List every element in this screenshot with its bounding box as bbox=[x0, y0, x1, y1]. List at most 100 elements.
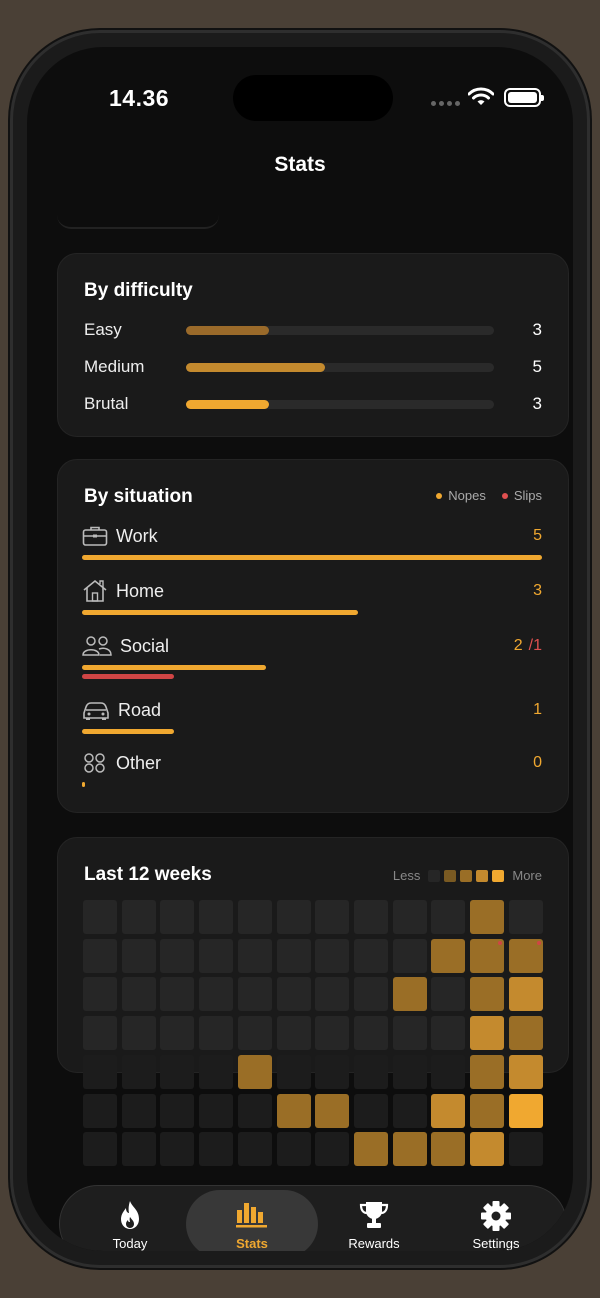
situation-row-home: Home 3 bbox=[82, 578, 542, 615]
difficulty-track bbox=[186, 362, 494, 372]
slips-dot-icon bbox=[501, 492, 508, 499]
status-time: 14.36 bbox=[109, 85, 170, 111]
heatmap-cell bbox=[353, 900, 388, 934]
legend-swatch bbox=[460, 869, 473, 882]
slip-marker bbox=[498, 940, 502, 945]
heatmap-cell bbox=[199, 977, 234, 1012]
heatmap-cell bbox=[83, 977, 117, 1012]
situation-row-other: Other 0 bbox=[82, 750, 542, 787]
heatmap-cell bbox=[199, 900, 234, 934]
difficulty-bar bbox=[186, 399, 270, 409]
situation-row-road: Road 1 bbox=[82, 697, 542, 734]
heatmap-cell bbox=[276, 900, 311, 934]
heatmap-cell bbox=[508, 1016, 543, 1051]
heatmap-cell bbox=[470, 900, 504, 934]
heatmap-cell bbox=[83, 1093, 117, 1128]
heatmap-cell bbox=[353, 977, 388, 1012]
bar-chart-icon bbox=[236, 1203, 267, 1228]
gear-icon bbox=[481, 1201, 511, 1231]
heatmap-cell bbox=[470, 1093, 504, 1128]
heatmap-cell bbox=[431, 938, 466, 973]
flame-icon bbox=[121, 1201, 139, 1229]
situation-title: By situation bbox=[84, 486, 193, 507]
heatmap-cell bbox=[237, 1093, 272, 1128]
heatmap-cell bbox=[237, 1132, 272, 1167]
legend-swatch bbox=[444, 869, 457, 882]
heatmap-cell bbox=[315, 977, 350, 1012]
house-icon bbox=[83, 579, 107, 602]
heatmap-cell bbox=[353, 938, 388, 973]
nopes-bar bbox=[82, 729, 174, 734]
page-title: Stats bbox=[274, 153, 326, 176]
situation-label: Home bbox=[116, 580, 165, 601]
difficulty-value: 3 bbox=[532, 394, 542, 413]
circles-grid-icon bbox=[84, 753, 105, 773]
heatmap-cell bbox=[160, 1132, 195, 1167]
tab-stats[interactable]: Stats bbox=[186, 1190, 318, 1251]
tab-label: Settings bbox=[472, 1236, 520, 1251]
difficulty-label: Brutal bbox=[84, 394, 129, 413]
difficulty-row-brutal: Brutal 3 bbox=[84, 392, 542, 416]
heatmap-cell bbox=[431, 1054, 466, 1089]
heatmap-cell bbox=[470, 1132, 504, 1167]
situation-nopes: 1 bbox=[533, 701, 542, 718]
heatmap-cell bbox=[392, 1132, 427, 1167]
heatmap-cell bbox=[392, 1093, 427, 1128]
nopes-dot-icon bbox=[436, 492, 443, 499]
tab-settings[interactable]: Settings bbox=[430, 1190, 562, 1251]
screen: 14.36 Stats By difficulty Easy 3 Medium … bbox=[27, 47, 573, 1251]
legend-swatch bbox=[492, 869, 505, 882]
situation-slips: /1 bbox=[528, 637, 542, 654]
heatmap-cell bbox=[121, 1016, 156, 1051]
heatmap-cell bbox=[237, 938, 272, 973]
difficulty-row-easy: Easy 3 bbox=[84, 318, 542, 342]
heatmap-cell bbox=[199, 1132, 234, 1167]
heatmap-cell bbox=[470, 938, 504, 973]
heatmap-cell bbox=[160, 938, 195, 973]
heatmap-cell bbox=[276, 938, 311, 973]
situation-nopes: 0 bbox=[533, 754, 542, 771]
situation-label: Road bbox=[118, 699, 162, 720]
heatmap-cell bbox=[315, 1132, 350, 1167]
previous-card-edge bbox=[57, 215, 219, 229]
heatmap-cell bbox=[276, 1054, 311, 1089]
situation-label: Social bbox=[120, 635, 170, 656]
legend-swatch bbox=[428, 869, 441, 882]
heatmap-cell bbox=[431, 900, 466, 934]
heatmap-cell bbox=[276, 1093, 311, 1128]
wifi-icon bbox=[468, 87, 494, 105]
battery-icon bbox=[504, 88, 544, 107]
nopes-bar bbox=[82, 555, 542, 560]
heatmap-cell bbox=[470, 977, 504, 1012]
tab-rewards[interactable]: Rewards bbox=[308, 1190, 440, 1251]
heatmap-cell bbox=[431, 1093, 466, 1128]
difficulty-label: Medium bbox=[84, 357, 145, 376]
heatmap-cell bbox=[121, 977, 156, 1012]
heatmap-cell bbox=[508, 1132, 543, 1167]
situation-label: Work bbox=[116, 525, 158, 546]
heatmap-cell bbox=[83, 938, 117, 973]
situation-nopes: 5 bbox=[533, 527, 542, 544]
heatmap-cell bbox=[353, 1132, 388, 1167]
heatmap-cell bbox=[392, 977, 427, 1012]
difficulty-value: 5 bbox=[532, 357, 542, 376]
heatmap-legend: Less More bbox=[393, 868, 542, 883]
heatmap-cell bbox=[315, 1016, 350, 1051]
heatmap-cell bbox=[160, 1054, 195, 1089]
heatmap-cell bbox=[237, 900, 272, 934]
tab-today[interactable]: Today bbox=[64, 1190, 196, 1251]
heatmap-cell bbox=[470, 1016, 504, 1051]
heatmap-cell bbox=[508, 938, 543, 973]
nopes-bar bbox=[82, 610, 358, 615]
tab-label: Stats bbox=[236, 1236, 268, 1251]
heatmap-cell bbox=[237, 977, 272, 1012]
heatmap-cell bbox=[83, 900, 117, 934]
heatmap-cell bbox=[431, 977, 466, 1012]
heatmap-cell bbox=[121, 900, 156, 934]
difficulty-label: Easy bbox=[84, 320, 122, 339]
heatmap-cell bbox=[508, 1054, 543, 1089]
heatmap-cell bbox=[83, 1132, 117, 1167]
nopes-bar bbox=[82, 782, 85, 787]
heatmap-cell bbox=[315, 1093, 350, 1128]
people-icon bbox=[82, 636, 112, 656]
